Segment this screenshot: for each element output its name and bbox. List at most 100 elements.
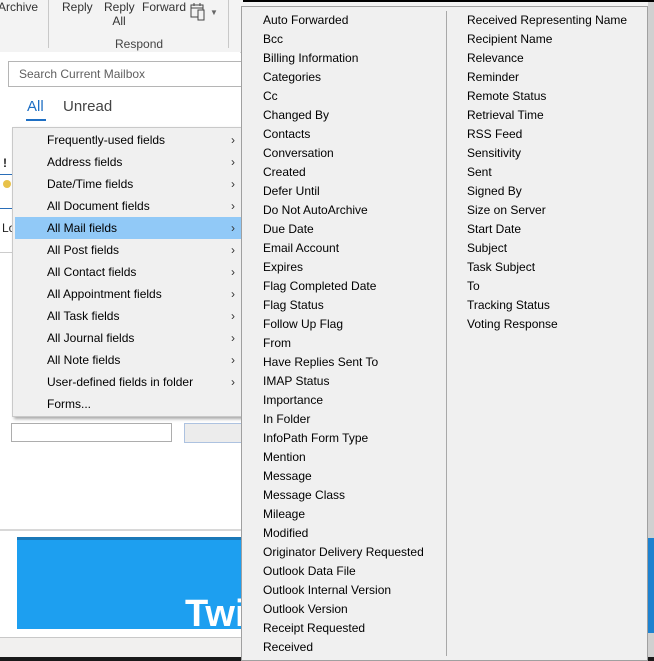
- chevron-right-icon: ›: [231, 331, 235, 345]
- field-menu-item[interactable]: RSS Feed: [446, 125, 646, 144]
- field-menu-item[interactable]: Created: [242, 163, 445, 182]
- field-menu-item[interactable]: Remote Status: [446, 87, 646, 106]
- submenu-column-1: Auto Forwarded Bcc Billing Information Cate…: [242, 11, 445, 657]
- field-menu-item[interactable]: Tracking Status: [446, 296, 646, 315]
- field-menu-item[interactable]: Relevance: [446, 49, 646, 68]
- chevron-right-icon: ›: [231, 265, 235, 279]
- reply-button[interactable]: Reply: [62, 0, 93, 14]
- field-menu-item[interactable]: Retrieval Time: [446, 106, 646, 125]
- field-chooser-menu: Frequently-used fields › Address fields › Da…: [12, 127, 242, 417]
- field-menu-item[interactable]: Received Representing Name: [446, 11, 646, 30]
- chevron-right-icon: ›: [231, 155, 235, 169]
- field-menu-item[interactable]: Outlook Version: [242, 600, 445, 619]
- archive-button[interactable]: Archive: [0, 0, 38, 14]
- forward-button[interactable]: Forward: [142, 0, 186, 14]
- reply-all-button[interactable]: Reply All: [104, 0, 135, 28]
- field-menu-item[interactable]: Modified: [242, 524, 445, 543]
- filter-text-field[interactable]: [11, 423, 172, 442]
- field-menu-item[interactable]: Subject: [446, 239, 646, 258]
- field-menu-item[interactable]: Importance: [242, 391, 445, 410]
- field-menu-item[interactable]: Email Account: [242, 239, 445, 258]
- menu-item[interactable]: All Appointment fields ›: [15, 283, 241, 305]
- chevron-right-icon: ›: [231, 287, 235, 301]
- field-menu-item[interactable]: Task Subject: [446, 258, 646, 277]
- field-menu-item[interactable]: Bcc: [242, 30, 445, 49]
- field-menu-item[interactable]: Due Date: [242, 220, 445, 239]
- field-menu-item[interactable]: Reminder: [446, 68, 646, 87]
- field-menu-item[interactable]: Contacts: [242, 125, 445, 144]
- menu-item[interactable]: Forms...: [15, 393, 241, 415]
- field-menu-item[interactable]: Message: [242, 467, 445, 486]
- field-menu-item[interactable]: Message Class: [242, 486, 445, 505]
- field-menu-item[interactable]: Outlook Internal Version: [242, 581, 445, 600]
- field-menu-item[interactable]: Size on Server: [446, 201, 646, 220]
- menu-item[interactable]: User-defined fields in folder ›: [15, 371, 241, 393]
- menu-item[interactable]: All Task fields ›: [15, 305, 241, 327]
- field-menu-item[interactable]: Do Not AutoArchive: [242, 201, 445, 220]
- menu-item-label: All Document fields: [47, 199, 150, 213]
- field-menu-item[interactable]: Receipt Requested: [242, 619, 445, 638]
- menu-item-label: Forms...: [47, 397, 91, 411]
- field-menu-item[interactable]: Start Date: [446, 220, 646, 239]
- field-menu-item[interactable]: Signed By: [446, 182, 646, 201]
- menu-item[interactable]: All Note fields ›: [15, 349, 241, 371]
- menu-item[interactable]: Date/Time fields ›: [15, 173, 241, 195]
- field-menu-item[interactable]: Sent: [446, 163, 646, 182]
- menu-item[interactable]: All Mail fields ›: [15, 217, 241, 239]
- field-menu-item[interactable]: Auto Forwarded: [242, 11, 445, 30]
- menu-item[interactable]: All Document fields ›: [15, 195, 241, 217]
- field-menu-item[interactable]: IMAP Status: [242, 372, 445, 391]
- field-menu-item[interactable]: Originator Delivery Requested: [242, 543, 445, 562]
- field-menu-item[interactable]: In Folder: [242, 410, 445, 429]
- menu-item[interactable]: All Contact fields ›: [15, 261, 241, 283]
- field-menu-item[interactable]: Recipient Name: [446, 30, 646, 49]
- calendar-device-icon[interactable]: [190, 2, 212, 22]
- menu-item-label: All Mail fields: [47, 221, 118, 235]
- field-menu-item[interactable]: Received: [242, 638, 445, 657]
- menu-item-label: User-defined fields in folder: [47, 375, 194, 389]
- menu-item[interactable]: All Post fields ›: [15, 239, 241, 261]
- filter-button[interactable]: [184, 423, 244, 443]
- dropdown-arrow-icon[interactable]: ▼: [210, 8, 218, 17]
- field-menu-item[interactable]: InfoPath Form Type: [242, 429, 445, 448]
- field-menu-item[interactable]: Flag Completed Date: [242, 277, 445, 296]
- field-menu-item[interactable]: Have Replies Sent To: [242, 353, 445, 372]
- field-menu-item[interactable]: Outlook Data File: [242, 562, 445, 581]
- field-menu-item[interactable]: Mention: [242, 448, 445, 467]
- chevron-right-icon: ›: [231, 221, 235, 235]
- ribbon-separator: [228, 0, 229, 48]
- search-input[interactable]: Search Current Mailbox: [8, 61, 248, 87]
- submenu-column-2: Received Representing Name Recipient Name…: [446, 11, 646, 334]
- menu-item[interactable]: All Journal fields ›: [15, 327, 241, 349]
- row-divider: [0, 252, 12, 253]
- menu-item-label: All Appointment fields: [47, 287, 162, 301]
- field-menu-item[interactable]: Categories: [242, 68, 445, 87]
- ribbon-group-label: Respond: [115, 37, 164, 51]
- field-menu-item[interactable]: Follow Up Flag: [242, 315, 445, 334]
- field-menu-item[interactable]: Conversation: [242, 144, 445, 163]
- tab-unread[interactable]: Unread: [63, 98, 112, 115]
- reading-pane-banner-edge: [648, 538, 654, 633]
- field-menu-item[interactable]: Billing Information: [242, 49, 445, 68]
- field-menu-item[interactable]: Sensitivity: [446, 144, 646, 163]
- status-bar: [0, 637, 242, 658]
- menu-item-label: Date/Time fields: [47, 177, 134, 191]
- message-preview-banner: Twi: [17, 537, 242, 629]
- field-menu-item[interactable]: Defer Until: [242, 182, 445, 201]
- menu-item[interactable]: Address fields ›: [15, 151, 241, 173]
- field-menu-item[interactable]: Expires: [242, 258, 445, 277]
- field-menu-item[interactable]: Flag Status: [242, 296, 445, 315]
- chevron-right-icon: ›: [231, 375, 235, 389]
- menu-item[interactable]: Frequently-used fields ›: [15, 129, 241, 151]
- column-divider: [0, 174, 12, 175]
- field-menu-item[interactable]: Voting Response: [446, 315, 646, 334]
- field-menu-item[interactable]: Changed By: [242, 106, 445, 125]
- field-menu-item[interactable]: To: [446, 277, 646, 296]
- all-mail-fields-submenu: Auto Forwarded Bcc Billing Information Cate…: [241, 6, 648, 661]
- field-menu-item[interactable]: Cc: [242, 87, 445, 106]
- outlook-window: Archive Reply Reply All Forward ▼ Respon…: [0, 0, 654, 661]
- field-menu-item[interactable]: Mileage: [242, 505, 445, 524]
- reply-all-label-line2: All: [112, 14, 126, 28]
- tab-all[interactable]: All: [27, 98, 44, 115]
- field-menu-item[interactable]: From: [242, 334, 445, 353]
